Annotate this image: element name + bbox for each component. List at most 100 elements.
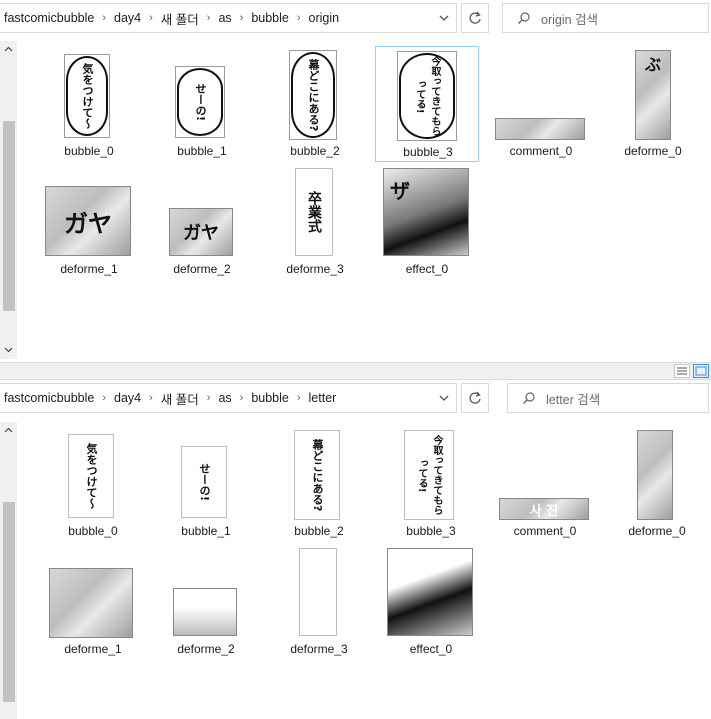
file-item[interactable]: 幕どこにある? bubble_2 bbox=[267, 426, 371, 542]
search-box[interactable]: origin 검색 bbox=[502, 3, 709, 33]
breadcrumb-new-folder[interactable]: 새 폴더 bbox=[157, 389, 203, 408]
file-name: deforme_1 bbox=[64, 642, 122, 656]
file-item[interactable]: deforme_0 bbox=[605, 426, 709, 542]
scrollbar-thumb[interactable] bbox=[3, 121, 15, 311]
details-view-icon bbox=[677, 367, 687, 375]
address-bar[interactable]: fastcomicbubble › day4 › 새 폴더 › as › bubble ›… bbox=[0, 383, 457, 413]
address-bar[interactable]: fastcomicbubble › day4 › 새 폴더 › as › bubble ›… bbox=[0, 3, 457, 33]
large-icons-view-icon bbox=[695, 366, 707, 376]
refresh-button[interactable] bbox=[461, 383, 489, 413]
chevron-right-icon[interactable]: › bbox=[236, 12, 248, 24]
breadcrumb-as[interactable]: as bbox=[214, 391, 235, 405]
thumbnail: 卒業式 bbox=[295, 168, 333, 256]
thumbnail bbox=[173, 588, 237, 636]
thumbnail bbox=[495, 118, 585, 140]
search-box[interactable]: letter 검색 bbox=[507, 383, 709, 413]
file-item[interactable]: 卒業式 deforme_3 bbox=[263, 166, 367, 282]
breadcrumb-day4[interactable]: day4 bbox=[110, 391, 145, 405]
file-name: bubble_0 bbox=[68, 524, 118, 538]
thumbnail-text: ガヤ bbox=[64, 209, 112, 238]
vertical-scrollbar[interactable] bbox=[0, 422, 17, 719]
file-name: deforme_0 bbox=[624, 144, 682, 158]
search-placeholder: origin 검색 bbox=[541, 12, 599, 27]
breadcrumb-as[interactable]: as bbox=[214, 11, 235, 25]
thumbnail-text: 卒業式 bbox=[306, 191, 322, 233]
file-name: bubble_1 bbox=[181, 524, 231, 538]
breadcrumb-bubble[interactable]: bubble bbox=[247, 391, 293, 405]
breadcrumb-origin[interactable]: origin bbox=[305, 11, 344, 25]
chevron-right-icon[interactable]: › bbox=[98, 12, 110, 24]
file-item[interactable]: 気をつけて〜 bubble_0 bbox=[37, 46, 141, 162]
chevron-right-icon[interactable]: › bbox=[145, 12, 157, 24]
thumbnail-text: 幕どこにある? bbox=[311, 438, 324, 512]
refresh-icon bbox=[469, 11, 481, 24]
scroll-up-icon[interactable] bbox=[4, 426, 13, 435]
thumbnail-text: ぶ bbox=[644, 55, 661, 74]
file-item[interactable]: 사 진 comment_0 bbox=[493, 426, 597, 542]
chevron-right-icon[interactable]: › bbox=[98, 392, 110, 404]
thumbnail bbox=[299, 548, 337, 636]
thumbnail: 気をつけて〜 bbox=[68, 434, 114, 518]
file-name: bubble_2 bbox=[290, 144, 340, 158]
file-name: effect_0 bbox=[405, 262, 449, 276]
scrollbar-thumb[interactable] bbox=[3, 502, 15, 702]
file-item[interactable]: deforme_3 bbox=[267, 546, 371, 662]
thumbnail: 사 진 bbox=[499, 498, 589, 520]
file-item[interactable]: ザ effect_0 bbox=[375, 166, 479, 282]
breadcrumb-new-folder[interactable]: 새 폴더 bbox=[157, 9, 203, 28]
breadcrumb-day4[interactable]: day4 bbox=[110, 11, 145, 25]
chevron-right-icon[interactable]: › bbox=[236, 392, 248, 404]
file-item[interactable]: せーの! bubble_1 bbox=[154, 426, 258, 542]
chevron-right-icon[interactable]: › bbox=[293, 392, 305, 404]
file-item[interactable]: ガヤ deforme_1 bbox=[37, 166, 141, 282]
scroll-up-icon[interactable] bbox=[4, 45, 13, 54]
chevron-right-icon[interactable]: › bbox=[203, 392, 215, 404]
breadcrumb-fastcomicbubble[interactable]: fastcomicbubble bbox=[0, 11, 98, 25]
thumbnail: 今取ってきてもらってる! bbox=[404, 430, 454, 520]
file-item-selected[interactable]: 今取ってきてもらってる! bubble_3 bbox=[375, 46, 479, 162]
search-placeholder: letter 검색 bbox=[546, 392, 601, 407]
thumbnail: せーの! bbox=[175, 66, 225, 138]
file-name: deforme_2 bbox=[173, 262, 231, 276]
thumbnail: ぶ bbox=[635, 50, 671, 140]
details-view-button[interactable] bbox=[674, 364, 690, 378]
file-name: deforme_2 bbox=[177, 642, 235, 656]
search-icon bbox=[523, 392, 535, 404]
chevron-right-icon[interactable]: › bbox=[145, 392, 157, 404]
refresh-button[interactable] bbox=[461, 3, 489, 33]
address-row: fastcomicbubble › day4 › 새 폴더 › as › bubble ›… bbox=[0, 3, 711, 33]
file-item[interactable]: 今取ってきてもらってる! bubble_3 bbox=[379, 426, 483, 542]
scroll-down-icon[interactable] bbox=[4, 345, 13, 354]
thumbnail-text: 気をつけて〜 bbox=[85, 443, 98, 509]
chevron-down-icon[interactable] bbox=[438, 392, 450, 404]
breadcrumb-bubble[interactable]: bubble bbox=[247, 11, 293, 25]
view-toggle bbox=[674, 364, 709, 378]
thumbnail-text: 気をつけて〜 bbox=[66, 56, 108, 136]
breadcrumb-letter[interactable]: letter bbox=[305, 391, 341, 405]
file-item[interactable]: せーの! bubble_1 bbox=[150, 46, 254, 162]
thumbnail-text: せーの! bbox=[177, 68, 223, 136]
explorer-pane-origin: fastcomicbubble › day4 › 새 폴더 › as › bubble ›… bbox=[0, 0, 711, 362]
thumbnail-text: 今取ってきてもらってる! bbox=[416, 435, 442, 515]
thumbnail: 幕どこにある? bbox=[294, 430, 340, 520]
file-name: deforme_3 bbox=[290, 642, 348, 656]
file-item[interactable]: comment_0 bbox=[489, 46, 593, 162]
file-item[interactable]: deforme_1 bbox=[41, 546, 145, 662]
thumbnail bbox=[49, 568, 133, 638]
file-item[interactable]: 幕どこにある? bubble_2 bbox=[263, 46, 367, 162]
file-name: bubble_3 bbox=[403, 145, 453, 159]
file-item[interactable]: deforme_2 bbox=[154, 546, 258, 662]
breadcrumb-fastcomicbubble[interactable]: fastcomicbubble bbox=[0, 391, 98, 405]
chevron-right-icon[interactable]: › bbox=[203, 12, 215, 24]
chevron-right-icon[interactable]: › bbox=[293, 12, 305, 24]
chevron-down-icon[interactable] bbox=[438, 12, 450, 24]
pane-divider bbox=[0, 362, 711, 380]
file-item[interactable]: ぶ deforme_0 bbox=[601, 46, 705, 162]
file-item[interactable]: 気をつけて〜 bubble_0 bbox=[41, 426, 145, 542]
large-icons-view-button[interactable] bbox=[693, 364, 709, 378]
vertical-scrollbar[interactable] bbox=[0, 41, 17, 359]
thumbnail-text: 今取ってきてもらってる! bbox=[399, 53, 455, 139]
file-item[interactable]: ガヤ deforme_2 bbox=[150, 166, 254, 282]
file-item[interactable]: effect_0 bbox=[379, 546, 483, 662]
refresh-icon bbox=[469, 391, 481, 404]
